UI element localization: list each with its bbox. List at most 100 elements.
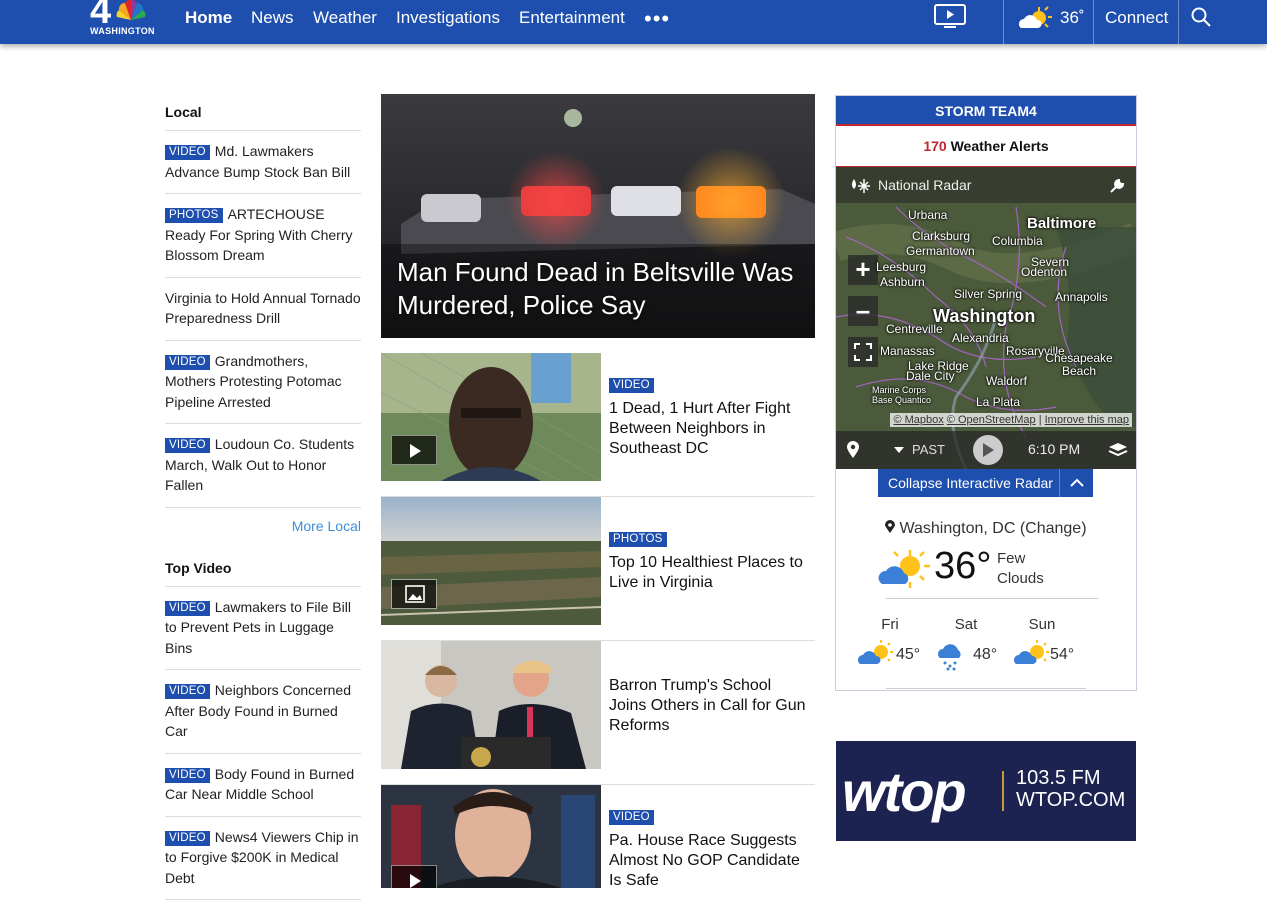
- local-story[interactable]: PHOTOSARTECHOUSE Ready For Spring With C…: [165, 194, 361, 278]
- video-badge: VIDEO: [165, 145, 210, 160]
- header-divider: [1178, 0, 1179, 44]
- more-local-link[interactable]: More Local: [165, 508, 361, 546]
- storm-team-header[interactable]: STORM TEAM4: [836, 96, 1136, 126]
- logo-text: WASHINGTON: [90, 26, 155, 36]
- header-temperature[interactable]: 36˚: [1060, 8, 1085, 28]
- nav-investigations[interactable]: Investigations: [396, 8, 500, 28]
- story-thumbnail[interactable]: [381, 641, 601, 769]
- photos-badge: PHOTOS: [609, 532, 667, 547]
- story-thumbnail[interactable]: [381, 497, 601, 625]
- forecast-day[interactable]: Sun 54°: [1002, 616, 1082, 676]
- story-card[interactable]: VIDEO 1 Dead, 1 Hurt After Fight Between…: [381, 353, 815, 497]
- ad-website: WTOP.COM: [1016, 789, 1125, 812]
- forecast-temp: 48°: [973, 646, 997, 664]
- zoom-out-button[interactable]: –: [848, 296, 878, 326]
- story-title[interactable]: Virginia to Hold Annual Tornado Prepared…: [165, 290, 361, 327]
- story-thumbnail[interactable]: [381, 785, 601, 888]
- current-conditions: Few Clouds: [997, 549, 1067, 589]
- gallery-icon[interactable]: [391, 579, 437, 609]
- play-icon[interactable]: [391, 865, 437, 888]
- map-city-label: Ashburn: [880, 275, 925, 289]
- story-card[interactable]: Barron Trump's School Joins Others in Ca…: [381, 641, 815, 785]
- hero-story[interactable]: Man Found Dead in Beltsville Was Murdere…: [381, 94, 815, 338]
- video-story[interactable]: VIDEOBody Found in Burned Car Near Middl…: [165, 754, 361, 817]
- more-menu-button[interactable]: •••: [644, 6, 670, 32]
- header-divider: [1093, 0, 1094, 44]
- nav-news[interactable]: News: [251, 8, 294, 28]
- video-story[interactable]: VIDEONews4 Viewers Chip in to Forgive $2…: [165, 817, 361, 900]
- map-city-label: Marine Corps Base Quantico: [872, 385, 936, 405]
- map-city-label: Odenton: [1021, 265, 1067, 279]
- fullscreen-button[interactable]: [848, 337, 878, 367]
- partly-sunny-icon[interactable]: [1015, 4, 1053, 34]
- local-story[interactable]: VIDEOMd. Lawmakers Advance Bump Stock Ba…: [165, 131, 361, 194]
- map-city-label: Annapolis: [1055, 290, 1108, 304]
- weather-location[interactable]: Washington, DC (Change): [836, 520, 1136, 538]
- mapbox-link[interactable]: © Mapbox: [893, 414, 943, 426]
- location-pin-icon[interactable]: [846, 441, 860, 459]
- play-icon[interactable]: [391, 435, 437, 465]
- connect-link[interactable]: Connect: [1105, 8, 1168, 28]
- search-icon[interactable]: [1190, 6, 1212, 28]
- photos-badge: PHOTOS: [165, 208, 223, 223]
- hero-title[interactable]: Man Found Dead in Beltsville Was Murdere…: [397, 256, 807, 322]
- forecast-day-label: Sun: [1002, 616, 1082, 633]
- divider: [886, 598, 1098, 599]
- section-title-top-video: Top Video: [165, 546, 361, 587]
- ad-frequency: 103.5 FM: [1016, 767, 1100, 790]
- header-divider: [1003, 0, 1004, 44]
- forecast-day-label: Sat: [926, 616, 1006, 633]
- chevron-up-icon: [1059, 469, 1093, 497]
- story-title[interactable]: Top 10 Healthiest Places to Live in Virg…: [609, 553, 813, 593]
- radar-play-button[interactable]: [973, 435, 1003, 465]
- story-card[interactable]: PHOTOS Top 10 Healthiest Places to Live …: [381, 497, 815, 641]
- openstreetmap-link[interactable]: © OpenStreetMap: [947, 414, 1036, 426]
- local-story[interactable]: Virginia to Hold Annual Tornado Prepared…: [165, 278, 361, 341]
- video-story[interactable]: VIDEONeighbors Concerned After Body Foun…: [165, 670, 361, 754]
- location-text[interactable]: Washington, DC (Change): [899, 520, 1086, 537]
- forecast-day[interactable]: Sat 48°: [926, 616, 1006, 676]
- snowflake-droplet-icon: [848, 175, 872, 197]
- story-thumbnail[interactable]: [381, 353, 601, 481]
- local-story[interactable]: VIDEOLoudoun Co. Students March, Walk Ou…: [165, 424, 361, 508]
- story-title[interactable]: 1 Dead, 1 Hurt After Fight Between Neigh…: [609, 399, 813, 459]
- nbc4-logo[interactable]: 4 WASHINGTON: [88, 0, 160, 40]
- caret-down-icon[interactable]: [894, 447, 904, 453]
- nav-entertainment[interactable]: Entertainment: [519, 8, 625, 28]
- nav-weather[interactable]: Weather: [313, 8, 377, 28]
- radar-time: 6:10 PM: [1028, 441, 1080, 457]
- local-story[interactable]: VIDEOGrandmothers, Mothers Protesting Po…: [165, 341, 361, 425]
- improve-map-link[interactable]: Improve this map: [1045, 414, 1129, 426]
- map-city-label: Washington: [933, 306, 1035, 327]
- forecast-day[interactable]: Fri 45°: [850, 616, 930, 676]
- top-nav-bar: 4 WASHINGTON Home News Weather Investiga…: [0, 0, 1267, 44]
- radar-controls: PAST 6:10 PM: [836, 431, 1136, 469]
- layers-icon[interactable]: [1108, 441, 1128, 459]
- video-story[interactable]: VIDEOLawmakers to File Bill to Prevent P…: [165, 587, 361, 671]
- video-badge: VIDEO: [165, 355, 210, 370]
- left-sidebar: Local VIDEOMd. Lawmakers Advance Bump St…: [165, 96, 361, 900]
- story-title[interactable]: Barron Trump's School Joins Others in Ca…: [609, 676, 813, 736]
- map-city-label: Columbia: [992, 234, 1043, 248]
- radar-map[interactable]: National Radar + – Urbana Clarksburg Ger…: [836, 167, 1136, 469]
- map-city-label: Urbana: [908, 208, 947, 222]
- collapse-radar-button[interactable]: Collapse Interactive Radar: [878, 469, 1093, 497]
- weather-alerts-link[interactable]: 170 Weather Alerts: [836, 126, 1136, 167]
- zoom-in-button[interactable]: +: [848, 255, 878, 285]
- wtop-advertisement[interactable]: wtop 103.5 FM WTOP.COM: [836, 741, 1136, 841]
- nav-home[interactable]: Home: [185, 8, 232, 28]
- divider: [886, 688, 1086, 689]
- video-badge: VIDEO: [165, 438, 210, 453]
- past-label[interactable]: PAST: [912, 442, 945, 457]
- partly-sunny-icon: [876, 548, 932, 592]
- collapse-label: Collapse Interactive Radar: [888, 475, 1053, 491]
- video-badge: VIDEO: [165, 831, 210, 846]
- story-card[interactable]: VIDEO Pa. House Race Suggests Almost No …: [381, 785, 815, 888]
- ad-divider: [1002, 771, 1004, 811]
- map-city-label: Germantown: [906, 244, 975, 258]
- wtop-logo: wtop: [842, 759, 965, 824]
- forecast-day-label: Fri: [850, 616, 930, 633]
- story-title[interactable]: Pa. House Race Suggests Almost No GOP Ca…: [609, 831, 813, 891]
- tv-icon[interactable]: [933, 3, 967, 29]
- wrench-icon[interactable]: [1109, 178, 1125, 194]
